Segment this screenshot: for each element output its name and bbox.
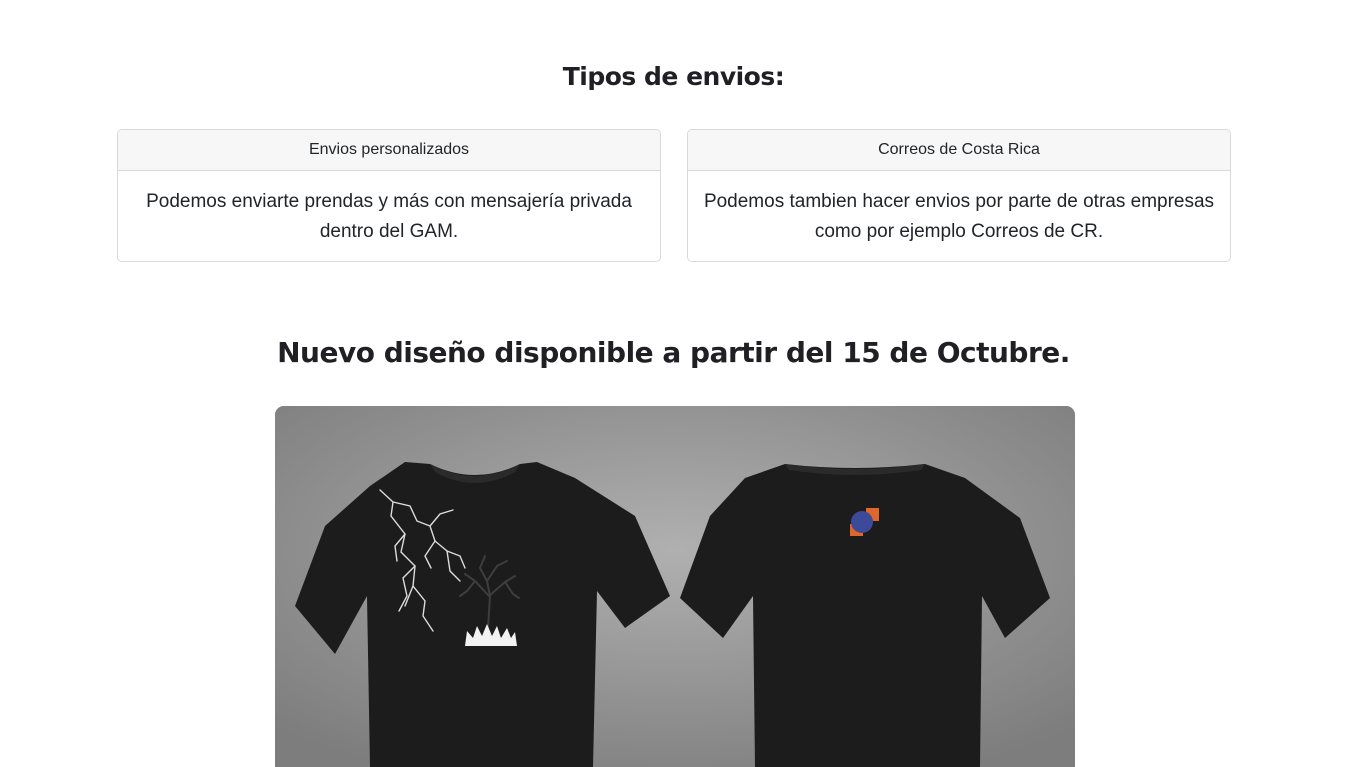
shipping-card-correos: Correos de Costa Rica Podemos tambien ha… (687, 129, 1231, 262)
new-design-tshirt-image (275, 406, 1075, 767)
page: Tipos de envios: Envios personalizados P… (0, 0, 1347, 767)
card-header: Envios personalizados (118, 130, 660, 171)
card-header: Correos de Costa Rica (688, 130, 1230, 171)
card-body: Podemos enviarte prendas y más con mensa… (146, 191, 632, 242)
shipping-card-personalized: Envios personalizados Podemos enviarte p… (117, 129, 661, 262)
shipping-types-title: Tipos de envios: (562, 62, 785, 91)
new-design-title: Nuevo diseño disponible a partir del 15 … (277, 336, 1070, 369)
card-body: Podemos tambien hacer envios por parte d… (703, 191, 1215, 242)
